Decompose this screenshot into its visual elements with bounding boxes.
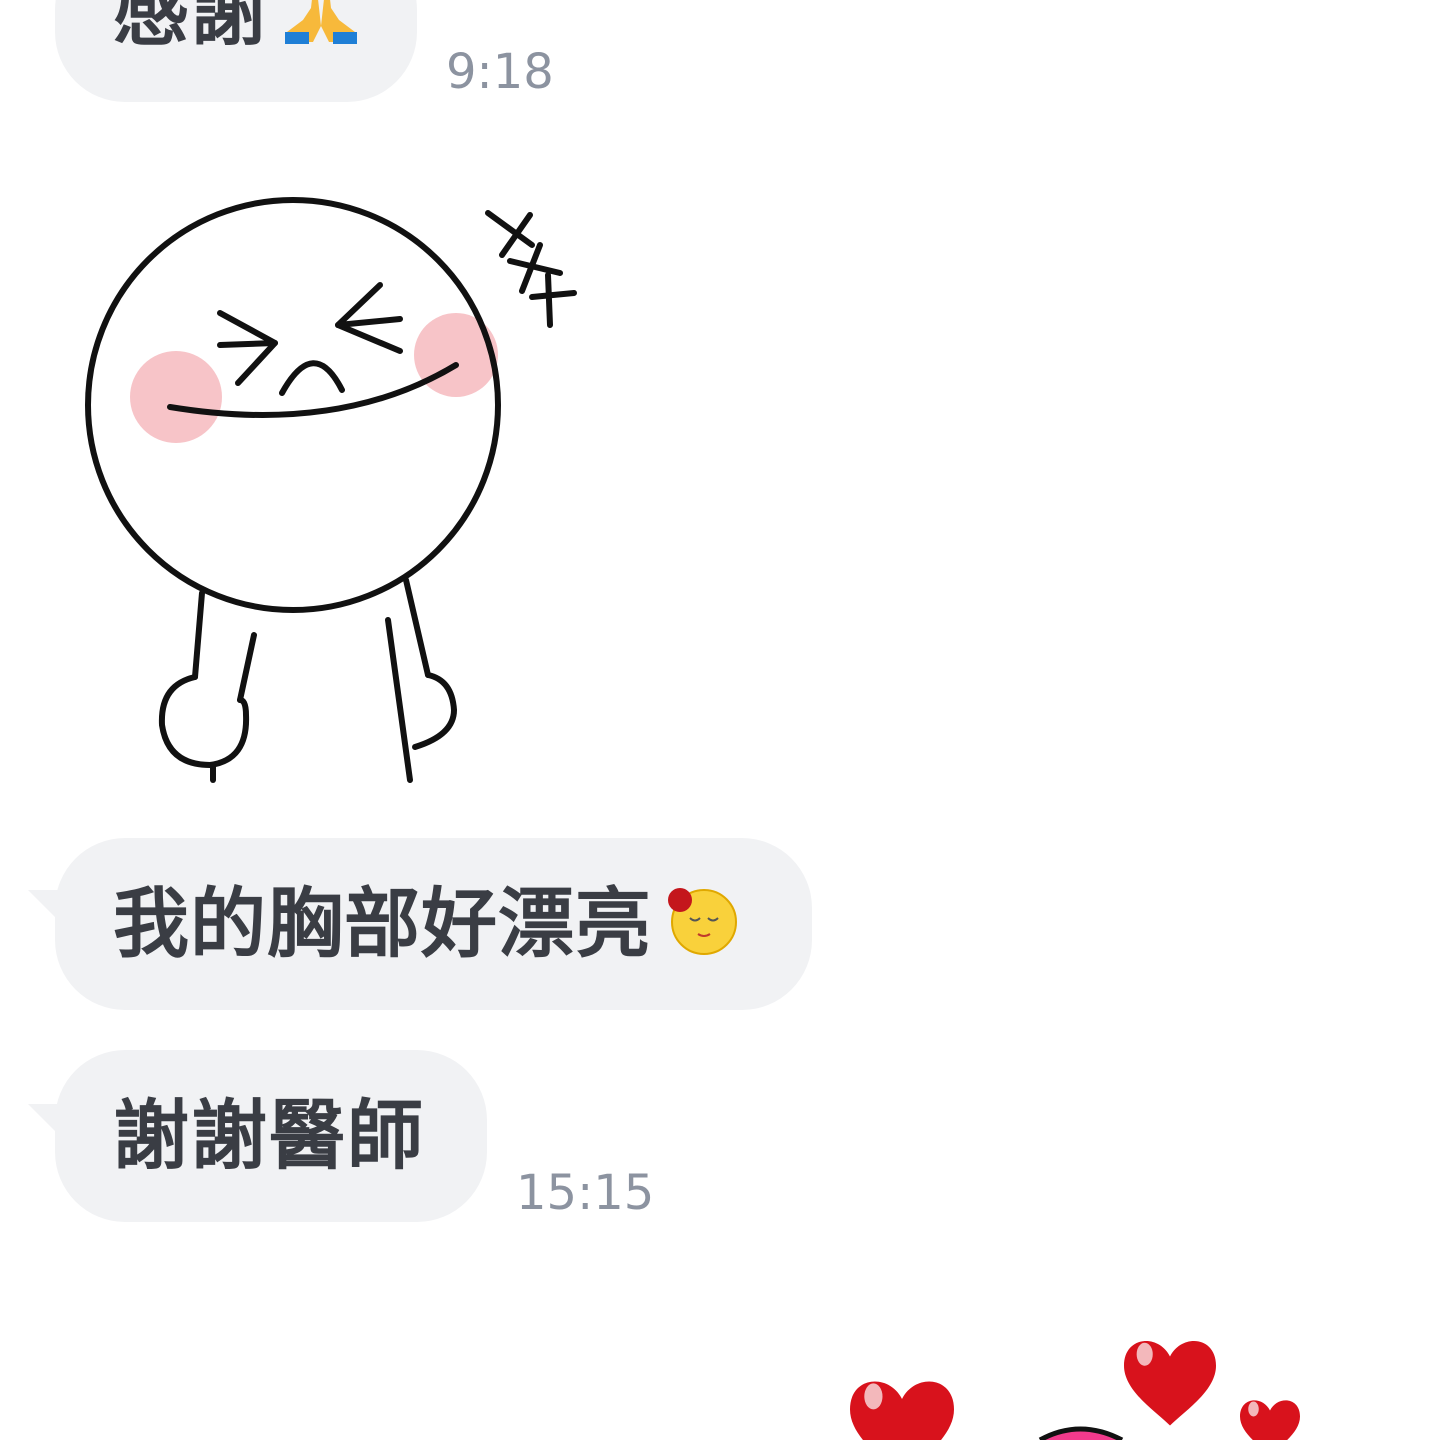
- timestamp: 9:18: [446, 44, 554, 100]
- heart-icon: [1124, 1341, 1216, 1426]
- message-text: 謝謝醫師: [113, 1091, 425, 1180]
- left-cheek: [130, 351, 222, 443]
- message-text: 感謝: [113, 0, 269, 56]
- heart-icon: [1240, 1400, 1300, 1440]
- heart-icon: [850, 1381, 954, 1440]
- blushing-face-icon: [666, 880, 742, 968]
- chat-view: 感謝 9:18 我的胸部好漂亮 謝謝醫師 15:15: [0, 0, 1440, 1440]
- folded-hands-icon: [283, 0, 359, 56]
- timestamp: 15:15: [516, 1165, 655, 1221]
- right-cheek: [414, 313, 498, 397]
- laughing-round-face-sticker[interactable]: [70, 195, 590, 795]
- message-bubble[interactable]: 我的胸部好漂亮: [55, 838, 812, 1010]
- message-text: 我的胸部好漂亮: [113, 879, 652, 968]
- message-bubble[interactable]: 感謝: [55, 0, 417, 102]
- message-bubble[interactable]: 謝謝醫師: [55, 1050, 487, 1222]
- character-head-top: [1038, 1426, 1124, 1440]
- hearts-sticker[interactable]: [840, 1330, 1320, 1440]
